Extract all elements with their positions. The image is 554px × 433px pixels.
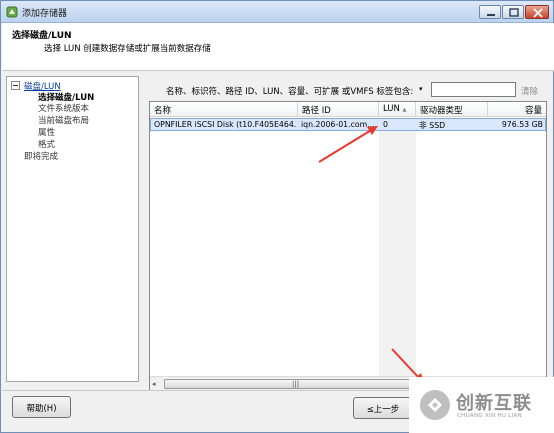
add-storage-window: 添加存储器 选择磁盘/LUN 选择 LUN 创建数据存储或扩展当前数据存储 磁盘… <box>0 0 554 433</box>
annotation-arrow <box>391 348 421 380</box>
watermark: 创新互联 CHUANG XIN HU LIAN <box>409 377 554 433</box>
annotation-arrows <box>318 126 425 385</box>
annotation-arrow <box>318 128 374 163</box>
watermark-text: 创新互联 <box>456 393 532 414</box>
watermark-logo-icon <box>420 390 450 420</box>
watermark-subtext: CHUANG XIN HU LIAN <box>457 413 523 419</box>
help-button[interactable]: 帮助(H) <box>12 396 71 418</box>
back-button[interactable]: ≤上一步 <box>353 397 413 419</box>
